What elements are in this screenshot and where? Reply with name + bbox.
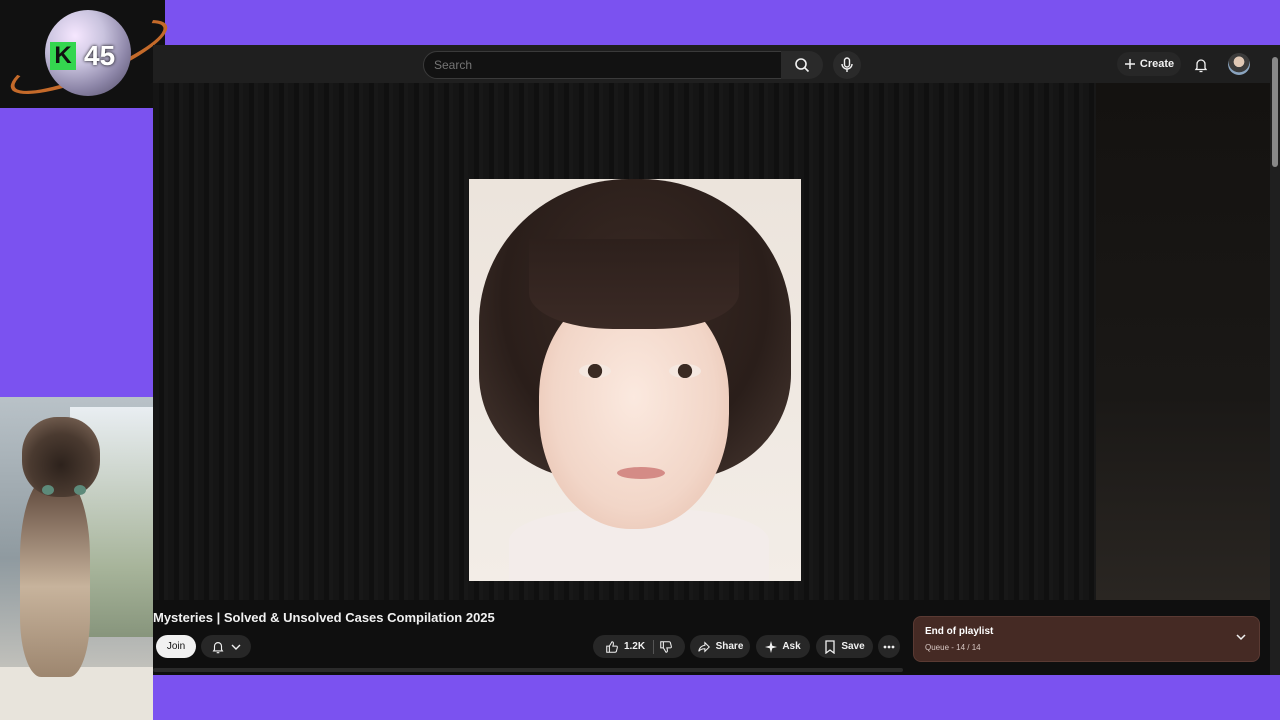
scrollbar-thumb[interactable] [1272,57,1278,167]
stream-logo: K 45 [0,0,175,108]
webcam-feed [0,397,153,720]
share-label: Share [715,641,744,652]
create-button[interactable]: Create [1117,52,1181,76]
page-divider [153,668,903,672]
dislike-button[interactable] [659,640,673,654]
video-title: Mysteries | Solved & Unsolved Cases Comp… [153,610,495,625]
cat-eye-right [74,485,86,495]
bookmark-icon [825,639,835,654]
photo-bangs [529,239,739,329]
avatar[interactable] [1228,53,1250,75]
search-box [423,51,783,79]
like-dislike-group: 1.2K [593,635,685,658]
badge-number: 45 [84,40,116,71]
cat-head [22,417,100,497]
ask-label: Ask [782,641,801,652]
share-button[interactable]: Share [690,635,750,658]
playlist-subtitle: Queue - 14 / 14 [925,643,981,652]
dislike-icon [660,640,672,653]
chevron-down-icon[interactable] [1235,631,1247,643]
video-frame-photo [469,179,801,581]
youtube-window: Create Mysteries | Solved & Unsolved Cas… [153,45,1280,675]
save-button[interactable]: Save [816,635,873,658]
photo-lips [617,467,665,479]
scrollbar[interactable] [1270,45,1280,675]
more-actions-button[interactable] [878,635,900,658]
notifications-button[interactable] [1191,55,1211,75]
create-label: Create [1139,58,1175,70]
search-input[interactable] [424,52,774,78]
like-button[interactable]: 1.2K [605,639,655,654]
playlist-title: End of playlist [925,626,994,637]
voice-search-button[interactable] [833,51,861,79]
video-info: Mysteries | Solved & Unsolved Cases Comp… [153,600,1270,675]
join-button[interactable]: Join [156,635,196,658]
sparkle-icon [765,640,778,653]
side-backdrop [1096,83,1270,600]
chevron-down-icon [231,644,241,650]
photo-eye-left [579,364,611,378]
playlist-panel[interactable]: End of playlist Queue - 14 / 14 [913,616,1260,662]
bell-icon [1194,59,1208,73]
save-label: Save [841,641,865,652]
plus-icon [1124,59,1135,69]
search-button[interactable] [781,51,823,79]
subscription-bell-button[interactable] [201,635,251,658]
search-icon [795,58,810,73]
like-count: 1.2K [623,641,646,652]
more-icon [883,645,895,648]
k-badge: K [50,42,76,70]
webcam-sill [0,667,153,720]
bell-icon [212,641,224,653]
share-icon [697,640,710,653]
photo-eye-right [669,364,701,378]
cat-body [20,477,90,677]
video-player[interactable] [153,83,1096,600]
like-icon [606,640,618,653]
ask-button[interactable]: Ask [756,635,810,658]
mic-icon [841,57,853,72]
top-bar: Create [153,45,1280,83]
cat-eye-left [42,485,54,495]
